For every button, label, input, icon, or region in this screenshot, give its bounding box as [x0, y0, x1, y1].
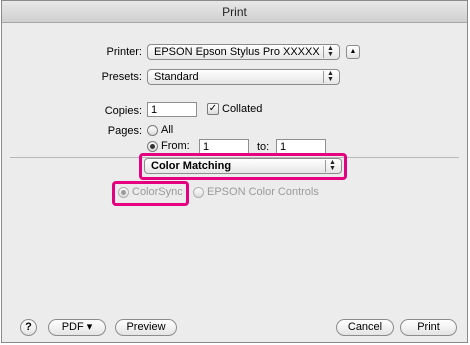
preview-button[interactable]: Preview	[115, 319, 177, 336]
epson-color-controls-label: EPSON Color Controls	[207, 186, 319, 198]
presets-value: Standard	[154, 71, 199, 83]
pages-from-field[interactable]: 1	[199, 139, 249, 154]
window-title: Print	[222, 5, 247, 19]
colorsync-label: ColorSync	[132, 186, 183, 198]
print-dialog: Print Printer: EPSON Epson Stylus Pro XX…	[1, 0, 468, 343]
title-bar[interactable]: Print	[2, 1, 467, 23]
panel-popup[interactable]: Color Matching ▲ ▼	[144, 158, 342, 174]
colorsync-radio[interactable]	[118, 187, 129, 198]
copies-label: Copies:	[104, 105, 142, 117]
help-button[interactable]: ?	[20, 319, 37, 336]
collated-checkbox[interactable]: ✓	[207, 103, 219, 115]
copies-field[interactable]: 1	[147, 102, 197, 117]
pdf-button[interactable]: PDF ▾	[48, 319, 106, 336]
printer-popup[interactable]: EPSON Epson Stylus Pro XXXXX ▲ ▼	[147, 44, 340, 60]
print-button[interactable]: Print	[400, 319, 457, 336]
epson-color-controls-radio[interactable]	[193, 187, 204, 198]
printer-value: EPSON Epson Stylus Pro XXXXX	[154, 46, 320, 58]
up-down-arrows-icon: ▲ ▼	[323, 45, 337, 58]
collated-label: Collated	[222, 103, 263, 115]
presets-label: Presets:	[101, 71, 142, 83]
printer-label: Printer:	[106, 46, 142, 58]
pages-from-label: From:	[161, 140, 190, 152]
pages-to-field[interactable]: 1	[276, 139, 326, 154]
cancel-button[interactable]: Cancel	[336, 319, 394, 336]
pages-all-radio[interactable]	[147, 125, 158, 136]
pages-all-label: All	[161, 124, 174, 136]
panel-value: Color Matching	[151, 160, 232, 172]
disclosure-triangle-icon[interactable]: ▲	[346, 45, 360, 59]
pages-label: Pages:	[107, 125, 142, 137]
pages-to-label: to:	[257, 141, 270, 153]
up-down-arrows-icon: ▲ ▼	[323, 70, 337, 83]
presets-popup[interactable]: Standard ▲ ▼	[147, 69, 340, 85]
pages-from-radio[interactable]	[147, 141, 158, 152]
up-down-arrows-icon: ▲ ▼	[325, 159, 339, 172]
